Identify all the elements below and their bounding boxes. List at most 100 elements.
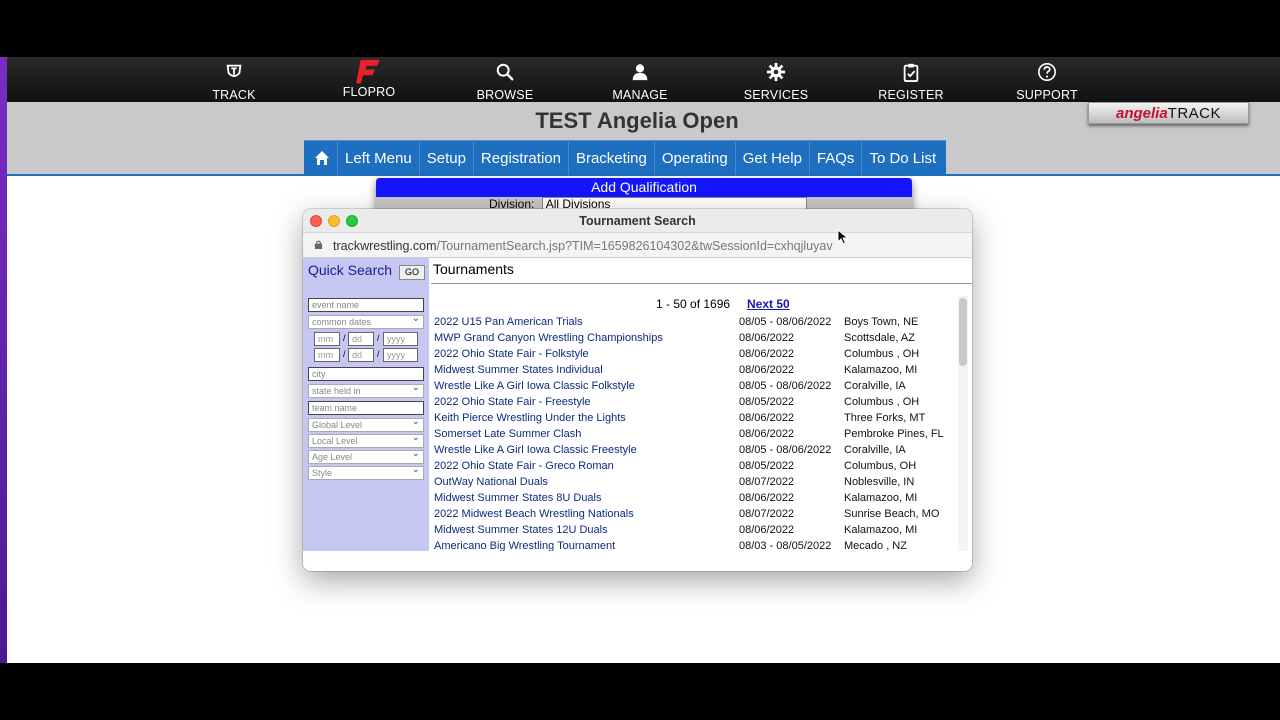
nav-register[interactable]: REGISTER (856, 57, 966, 102)
menu-home-button[interactable] (307, 141, 338, 175)
start-month-input[interactable]: mm (314, 332, 340, 346)
tournament-name-link[interactable]: Midwest Summer States Individual (434, 364, 603, 376)
window-titlebar: Tournament Search (303, 209, 972, 233)
url-bar[interactable]: trackwrestling.com/TournamentSearch.jsp?… (303, 233, 972, 258)
tournament-location: Kalamazoo, MI (844, 524, 918, 536)
tournament-location: Kalamazoo, MI (844, 492, 918, 504)
tournament-name-link[interactable]: 2022 U15 Pan American Trials (434, 316, 583, 328)
tournament-date: 08/05/2022 (739, 396, 795, 408)
tournament-date: 08/06/2022 (739, 428, 795, 440)
tournament-name-link[interactable]: 2022 Ohio State Fair - Freestyle (434, 396, 591, 408)
nav-services[interactable]: SERVICES (721, 57, 831, 102)
menu-get-help[interactable]: Get Help (736, 141, 810, 175)
top-navigation-bar: TRACK FLOPRO BROWSE MANAGE SERVICES REGI… (7, 57, 1280, 102)
end-year-input[interactable]: yyyy (383, 348, 418, 362)
end-day-input[interactable]: dd (348, 348, 374, 362)
table-row[interactable]: 2022 Ohio State Fair - Folkstyle 08/06/20… (434, 348, 954, 364)
home-icon (315, 151, 329, 165)
tournament-results: Tournaments 1 - 50 of 1696 Next 50 2022 … (431, 258, 972, 552)
url-text: trackwrestling.com/TournamentSearch.jsp?… (333, 239, 833, 253)
add-qualification-dialog: Add Qualification Division: All Division… (376, 178, 912, 212)
global-level-select[interactable]: Global Level (308, 416, 424, 432)
state-select[interactable]: state held in (308, 382, 424, 398)
results-count: 1 - 50 of 1696 (656, 297, 731, 311)
tournament-date: 08/06/2022 (739, 348, 795, 360)
window-edge-strip (0, 57, 7, 663)
tournament-location: Columbus, OH (844, 460, 917, 472)
end-month-input[interactable]: mm (314, 348, 340, 362)
table-row[interactable]: OutWay National Duals 08/07/2022 Noblesvil… (434, 476, 954, 492)
quick-search-panel: Quick Search GO event name common dates … (303, 258, 429, 551)
tournament-date: 08/05 - 08/06/2022 (739, 380, 832, 392)
start-year-input[interactable]: yyyy (383, 332, 418, 346)
nav-flopro-label: FLOPRO (342, 85, 396, 99)
go-button[interactable]: GO (399, 265, 425, 280)
tournament-name-link[interactable]: Wrestle Like A Girl Iowa Classic Freesty… (434, 444, 637, 456)
tournament-name-link[interactable]: 2022 Midwest Beach Wrestling Nationals (434, 508, 634, 520)
tournament-name-link[interactable]: 2022 Ohio State Fair - Folkstyle (434, 348, 589, 360)
age-level-select[interactable]: Age Level (308, 448, 424, 464)
table-row[interactable]: 2022 Midwest Beach Wrestling Nationals 08… (434, 508, 954, 524)
table-row[interactable]: Wrestle Like A Girl Iowa Classic Freesty… (434, 444, 954, 460)
table-row[interactable]: 2022 Ohio State Fair - Freestyle 08/05/20… (434, 396, 954, 412)
team-name-input[interactable]: team name (308, 401, 424, 415)
table-row[interactable]: Midwest Summer States 12U Duals 08/06/202… (434, 524, 954, 540)
url-host: trackwrestling.com (333, 239, 437, 253)
nav-browse[interactable]: BROWSE (450, 57, 560, 102)
table-row[interactable]: Keith Pierce Wrestling Under the Lights 0… (434, 412, 954, 428)
date-separator: / (377, 349, 380, 359)
user-icon (632, 64, 648, 81)
divider (431, 283, 972, 284)
search-icon (496, 63, 514, 81)
tournament-name-link[interactable]: Midwest Summer States 12U Duals (434, 524, 608, 536)
event-name-input[interactable]: event name (308, 298, 424, 312)
menu-left-menu[interactable]: Left Menu (338, 141, 420, 175)
tournament-location: Pembroke Pines, FL (844, 428, 944, 440)
table-row[interactable]: MWP Grand Canyon Wrestling Championships… (434, 332, 954, 348)
tournament-location: Noblesville, IN (844, 476, 915, 488)
city-input[interactable]: city (308, 367, 424, 381)
clipboard-check-icon (903, 63, 919, 82)
menu-operating[interactable]: Operating (655, 141, 736, 175)
menu-setup[interactable]: Setup (420, 141, 474, 175)
url-path: /TournamentSearch.jsp?TIM=1659826104302&… (436, 239, 833, 253)
next-page-link[interactable]: Next 50 (747, 297, 790, 311)
menu-registration[interactable]: Registration (474, 141, 569, 175)
results-scrollbar[interactable] (958, 296, 968, 551)
nav-support[interactable]: SUPPORT (992, 57, 1102, 102)
tournament-name-link[interactable]: 2022 Ohio State Fair - Greco Roman (434, 460, 614, 472)
screen-recording-frame: TRACK FLOPRO BROWSE MANAGE SERVICES REGI… (0, 0, 1280, 720)
tournament-date: 08/05 - 08/06/2022 (739, 444, 832, 456)
start-day-input[interactable]: dd (348, 332, 374, 346)
tournament-name-link[interactable]: Wrestle Like A Girl Iowa Classic Folksty… (434, 380, 635, 392)
nav-flopro[interactable]: FLOPRO (314, 57, 424, 102)
nav-track[interactable]: TRACK (179, 57, 289, 102)
menu-to-do-list[interactable]: To Do List (862, 142, 943, 175)
table-row[interactable]: Somerset Late Summer Clash 08/06/2022 Pemb… (434, 428, 954, 444)
tournament-date: 08/06/2022 (739, 412, 795, 424)
nav-services-label: SERVICES (743, 88, 809, 102)
local-level-select[interactable]: Local Level (308, 432, 424, 448)
style-select[interactable]: Style (308, 464, 424, 480)
tournament-date: 08/06/2022 (739, 364, 795, 376)
tournament-name-link[interactable]: Midwest Summer States 8U Duals (434, 492, 602, 504)
tournament-location: Columbus , OH (844, 348, 920, 360)
nav-manage[interactable]: MANAGE (585, 57, 695, 102)
nav-track-label: TRACK (212, 88, 256, 102)
tournament-name-link[interactable]: OutWay National Duals (434, 476, 548, 488)
common-dates-select[interactable]: common dates (308, 313, 424, 329)
table-row[interactable]: Midwest Summer States 8U Duals 08/06/2022… (434, 492, 954, 508)
event-menu-bar: Left Menu Setup Registration Bracketing … (304, 140, 947, 175)
tournament-name-link[interactable]: Somerset Late Summer Clash (434, 428, 581, 440)
track-logo-icon (226, 64, 242, 77)
table-row[interactable]: Wrestle Like A Girl Iowa Classic Folksty… (434, 380, 954, 396)
scrollbar-thumb[interactable] (959, 298, 967, 366)
tournament-name-link[interactable]: MWP Grand Canyon Wrestling Championships (434, 332, 663, 344)
menu-bracketing[interactable]: Bracketing (569, 141, 655, 175)
tournament-date: 08/06/2022 (739, 492, 795, 504)
table-row[interactable]: Midwest Summer States Individual 08/06/20… (434, 364, 954, 380)
menu-faqs[interactable]: FAQs (810, 141, 863, 175)
table-row[interactable]: 2022 Ohio State Fair - Greco Roman 08/05/… (434, 460, 954, 476)
table-row[interactable]: 2022 U15 Pan American Trials 08/05 - 08/0… (434, 316, 954, 332)
tournament-name-link[interactable]: Keith Pierce Wrestling Under the Lights (434, 412, 626, 424)
